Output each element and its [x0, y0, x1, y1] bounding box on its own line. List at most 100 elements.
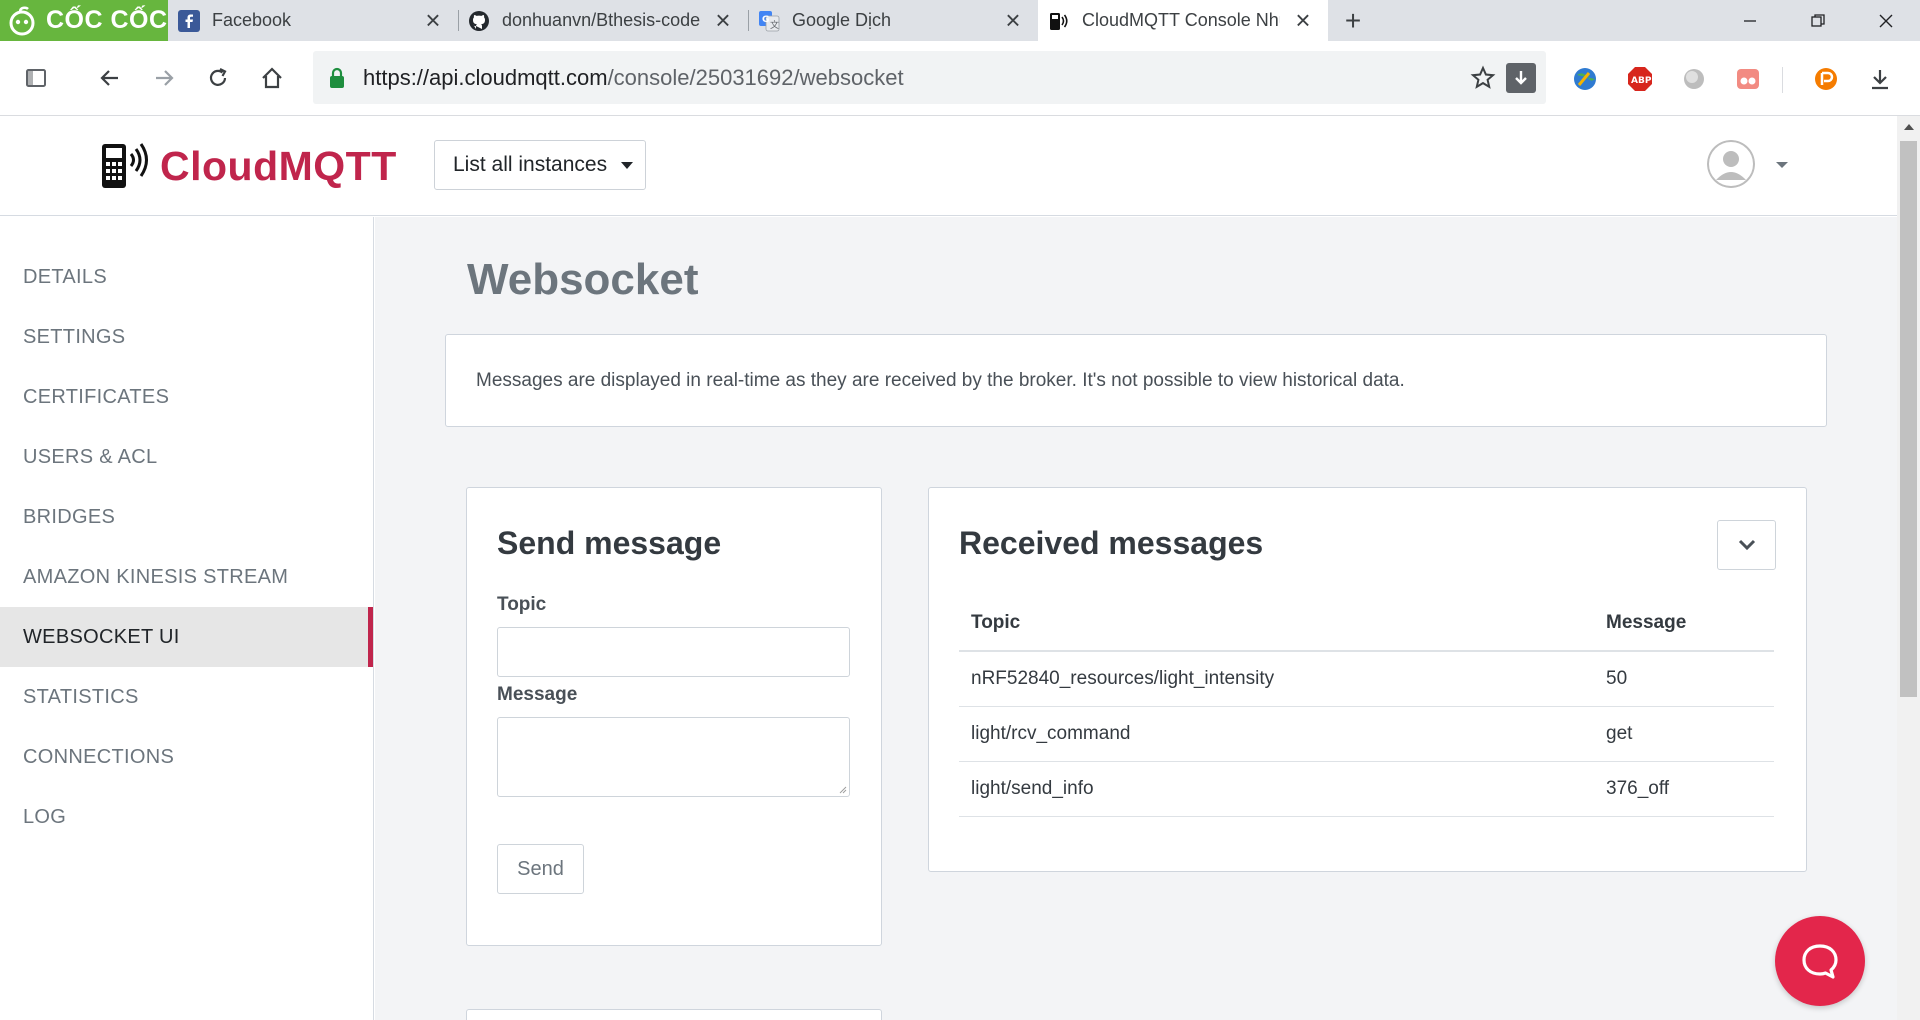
close-icon[interactable]: × — [712, 7, 734, 33]
close-window-button[interactable] — [1852, 0, 1920, 41]
close-icon — [1879, 14, 1893, 27]
send-button[interactable]: Send — [497, 844, 584, 894]
logo-text: CloudMQTT — [160, 142, 397, 189]
close-icon[interactable]: × — [1292, 7, 1314, 33]
resize-grip-icon[interactable] — [838, 785, 847, 794]
restore-button[interactable] — [1784, 0, 1852, 41]
google-translate-icon: G 文 — [759, 10, 780, 31]
column-header-topic: Topic — [959, 596, 1594, 652]
url-path: /console/25031692/websocket — [607, 64, 904, 90]
back-button[interactable] — [90, 58, 130, 98]
globe-extension-icon[interactable] — [1674, 59, 1714, 99]
avatar[interactable] — [1707, 140, 1755, 188]
sidebar-toggle-button[interactable] — [16, 58, 56, 98]
sidebar-item-connections[interactable]: CONNECTIONS — [0, 727, 373, 787]
sidebar-icon — [26, 69, 46, 87]
star-icon[interactable] — [1470, 65, 1496, 91]
reload-icon — [209, 68, 227, 86]
browser-tabstrip: CỐC CỐC Facebook × donhuanvn/Bthesis-cod… — [0, 0, 1920, 41]
svg-text:ABP: ABP — [1631, 76, 1652, 86]
svg-text:G: G — [762, 15, 769, 25]
toolbar-divider — [1782, 67, 1783, 93]
topic-input[interactable] — [497, 627, 850, 677]
scrollbar-thumb[interactable] — [1900, 141, 1917, 697]
sidebar-item-settings[interactable]: SETTINGS — [0, 307, 373, 367]
table-row: nRF52840_resources/light_intensity 50 — [959, 651, 1774, 707]
brand-label: CỐC CỐC — [46, 6, 168, 34]
restore-icon — [1811, 13, 1825, 27]
chevron-down-icon — [1738, 539, 1755, 551]
sidebar: DETAILS SETTINGS CERTIFICATES USERS & AC… — [0, 217, 374, 1020]
received-messages-heading: Received messages — [959, 525, 1264, 561]
list-all-instances-dropdown[interactable]: List all instances — [434, 140, 646, 190]
coccoc-brand[interactable]: CỐC CỐC — [0, 0, 168, 41]
info-text: Messages are displayed in real-time as t… — [476, 369, 1405, 391]
sidebar-item-certificates[interactable]: CERTIFICATES — [0, 367, 373, 427]
scroll-up-button[interactable] — [1897, 116, 1920, 138]
new-tab-button[interactable]: + — [1328, 0, 1378, 41]
page-scrollbar[interactable] — [1897, 116, 1920, 1020]
address-bar[interactable]: https://api.cloudmqtt.com/console/250316… — [313, 51, 1546, 104]
download-icon[interactable] — [1860, 59, 1900, 99]
row-message: 376_off — [1594, 761, 1774, 817]
close-icon[interactable]: × — [1002, 7, 1024, 33]
row-message: get — [1594, 706, 1774, 762]
page-title: Websocket — [467, 255, 699, 304]
minimize-icon — [1744, 19, 1756, 22]
column-header-message: Message — [1594, 596, 1774, 652]
caret-down-icon[interactable] — [1776, 162, 1788, 168]
close-icon[interactable]: × — [422, 7, 444, 33]
arrow-left-icon — [100, 70, 118, 86]
arrow-right-icon — [156, 70, 174, 86]
table-row: light/send_info 376_off — [959, 761, 1774, 817]
browser-toolbar: https://api.cloudmqtt.com/console/250316… — [0, 41, 1920, 116]
row-message: 50 — [1594, 651, 1774, 707]
row-topic: light/send_info — [959, 761, 1594, 817]
sidebar-item-amazon-kinesis-stream[interactable]: AMAZON KINESIS STREAM — [0, 547, 373, 607]
lock-icon — [330, 67, 344, 88]
idm-extension-icon[interactable] — [1806, 59, 1846, 99]
forward-button[interactable] — [144, 58, 184, 98]
omnibox-actions — [1470, 62, 1536, 93]
url-host: https://api.cloudmqtt.com — [363, 64, 608, 90]
topic-label: Topic — [497, 594, 547, 615]
app-header: CloudMQTT List all instances — [0, 116, 1897, 216]
message-textarea[interactable] — [497, 717, 850, 797]
sidebar-item-statistics[interactable]: STATISTICS — [0, 667, 373, 727]
sidebar-item-users-acl[interactable]: USERS & ACL — [0, 427, 373, 487]
collapse-button[interactable] — [1717, 520, 1776, 570]
additional-card — [466, 1009, 882, 1020]
tab-google-translate[interactable]: G 文 Google Dịch × — [748, 0, 1038, 41]
tab-cloudmqtt[interactable]: CloudMQTT Console Nhu × — [1038, 0, 1328, 41]
tab-title: donhuanvn/Bthesis-code — [502, 10, 700, 30]
row-topic: nRF52840_resources/light_intensity — [959, 651, 1594, 707]
chat-support-button[interactable] — [1775, 916, 1865, 1006]
sidebar-item-log[interactable]: LOG — [0, 787, 373, 847]
table-row: light/rcv_command get — [959, 706, 1774, 762]
triangle-up-icon — [1903, 124, 1914, 130]
instances-button-label: List all instances — [453, 153, 608, 176]
adblock-plus-icon[interactable]: ABP — [1620, 59, 1660, 99]
url-text: https://api.cloudmqtt.com/console/250316… — [363, 65, 1470, 91]
home-button[interactable] — [252, 58, 292, 98]
cloudmqtt-logo[interactable]: CloudMQTT — [100, 140, 397, 192]
earth-extension-icon[interactable] — [1565, 59, 1605, 99]
send-message-card: Send message Topic Message Send — [466, 487, 882, 946]
message-label: Message — [497, 684, 578, 705]
reload-button[interactable] — [198, 58, 238, 98]
todo-extension-icon[interactable] — [1728, 59, 1768, 99]
sidebar-item-bridges[interactable]: BRIDGES — [0, 487, 373, 547]
sidebar-item-details[interactable]: DETAILS — [0, 247, 373, 307]
download-manager-icon[interactable] — [1506, 62, 1536, 93]
received-messages-table: Topic Message nRF52840_resources/light_i… — [959, 596, 1774, 817]
received-messages-card: Received messages Topic Message nRF52840… — [928, 487, 1807, 872]
tab-github[interactable]: donhuanvn/Bthesis-code × — [458, 0, 748, 41]
cloudmqtt-logo-icon — [102, 143, 148, 188]
chat-icon — [1802, 944, 1838, 979]
main-content: Websocket Messages are displayed in real… — [375, 217, 1897, 1020]
tab-facebook[interactable]: Facebook × — [168, 0, 458, 41]
minimize-button[interactable] — [1716, 0, 1784, 41]
tab-title: CloudMQTT Console Nhu — [1082, 10, 1280, 30]
sidebar-item-websocket-ui[interactable]: WEBSOCKET UI — [0, 607, 373, 667]
send-message-heading: Send message — [497, 525, 722, 561]
